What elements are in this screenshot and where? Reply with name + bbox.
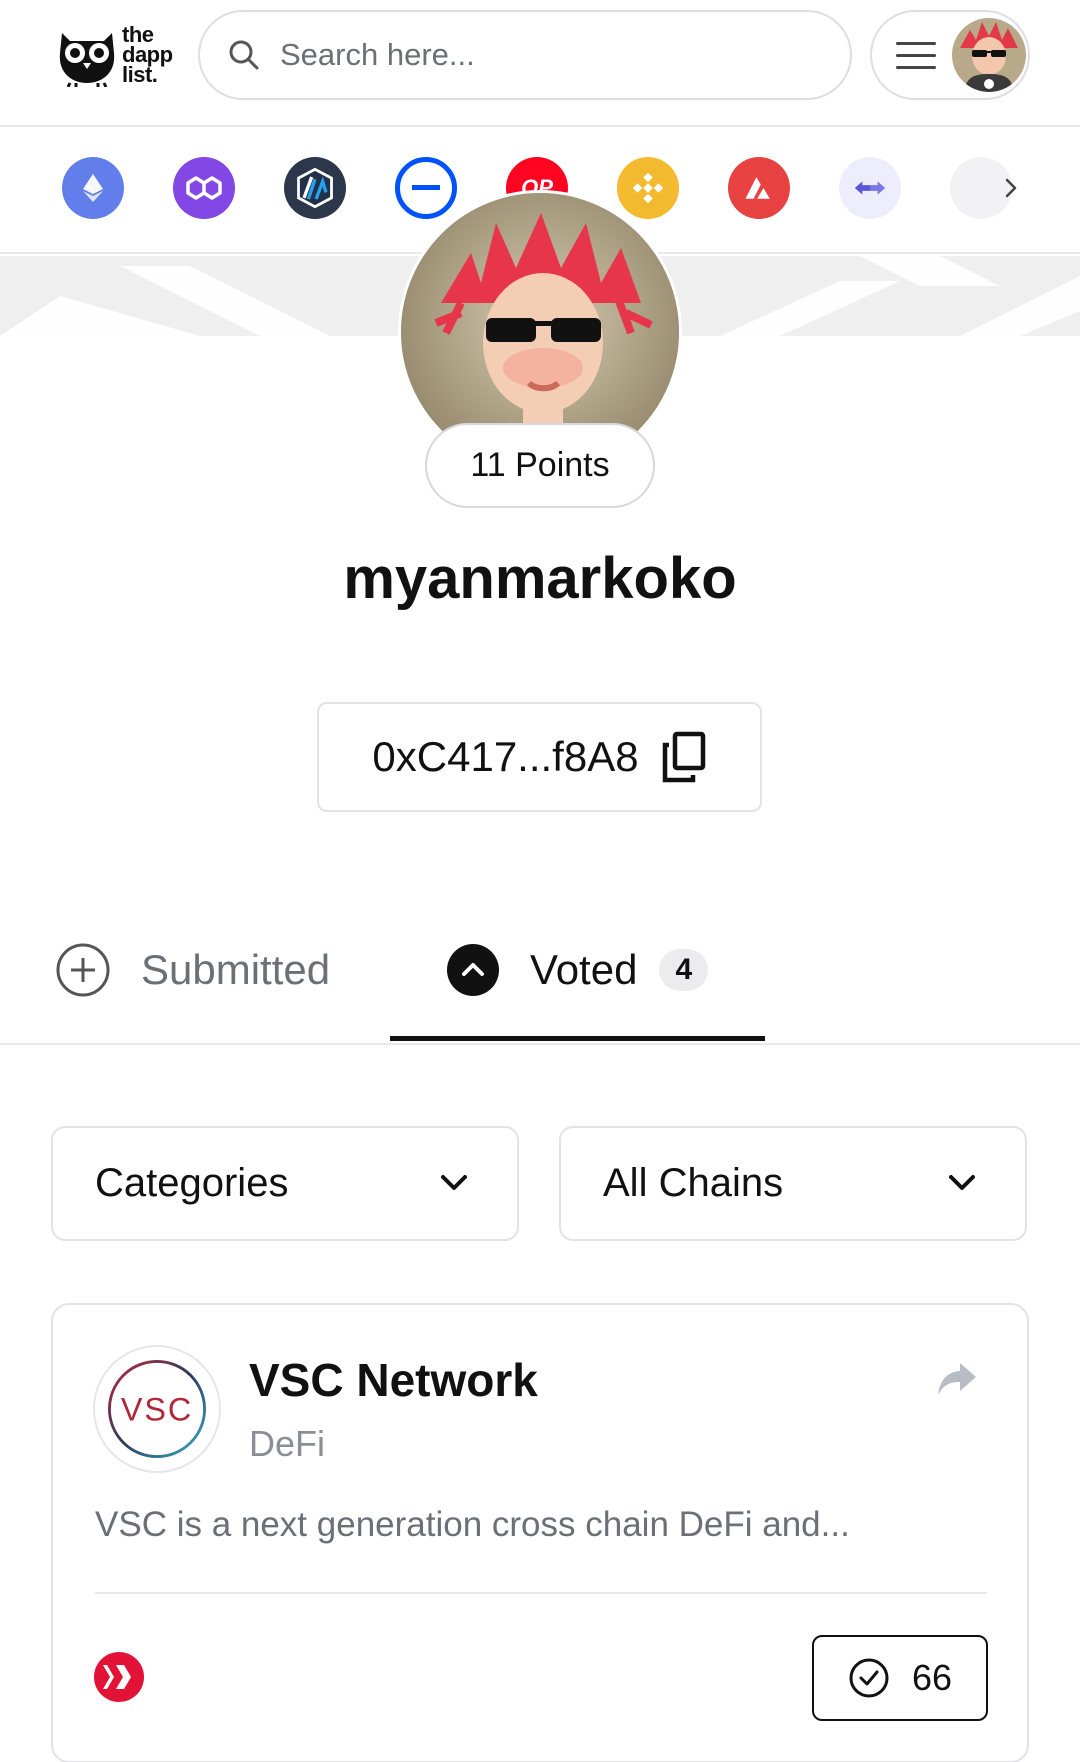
svg-text:VSC: VSC <box>121 1391 193 1427</box>
chevron-right-icon <box>1005 178 1017 198</box>
top-header: the dapp list. <box>0 0 1080 127</box>
chains-dropdown-label: All Chains <box>603 1161 784 1205</box>
chain-base-icon[interactable] <box>395 157 457 219</box>
upvote-circle-icon <box>447 944 499 996</box>
chevron-down-icon <box>949 1175 975 1190</box>
chains-dropdown[interactable]: All Chains <box>559 1126 1027 1241</box>
copy-icon[interactable] <box>661 731 707 783</box>
chain-bnb-icon[interactable] <box>617 157 679 219</box>
owl-logo-icon <box>59 33 115 87</box>
categories-dropdown-label: Categories <box>95 1161 289 1205</box>
plus-circle-icon <box>56 943 110 997</box>
check-circle-icon <box>849 1658 889 1698</box>
dapp-description: VSC is a next generation cross chain DeF… <box>95 1505 850 1544</box>
dapp-card[interactable]: VSC VSC Network DeFi VSC is a next gener… <box>51 1303 1029 1762</box>
profile-username: myanmarkoko <box>343 546 737 611</box>
tab-voted[interactable]: Voted 4 <box>446 940 709 1000</box>
tab-voted-label: Voted <box>530 946 638 993</box>
card-divider <box>95 1592 987 1594</box>
hive-chain-icon <box>94 1652 144 1702</box>
hamburger-menu-icon[interactable] <box>896 42 936 70</box>
vote-count: 66 <box>911 1657 953 1698</box>
tab-submitted[interactable]: Submitted <box>55 940 330 1000</box>
chain-polygon-icon[interactable] <box>173 157 235 219</box>
vsc-logo: VSC <box>93 1345 221 1473</box>
chain-scroll-next-button[interactable] <box>950 157 1040 219</box>
search-bar[interactable] <box>198 10 852 100</box>
chevron-down-icon <box>441 1175 467 1190</box>
chain-bridge-icon[interactable] <box>839 157 901 219</box>
wallet-address: 0xC417...f8A8 <box>372 733 639 780</box>
profile-tabs: Submitted Voted 4 <box>0 900 1080 1045</box>
points-badge: 11 Points <box>425 423 655 508</box>
tab-submitted-label: Submitted <box>141 946 331 993</box>
categories-dropdown[interactable]: Categories <box>51 1126 519 1241</box>
active-tab-indicator <box>390 1036 765 1041</box>
search-icon <box>229 40 259 70</box>
vote-button[interactable]: 66 <box>812 1635 988 1721</box>
logo-wordmark: the dapp list. <box>122 22 173 87</box>
chain-ethereum-icon[interactable] <box>62 157 124 219</box>
user-avatar[interactable] <box>952 18 1026 92</box>
dapplist-logo[interactable]: the dapp list. <box>56 20 186 90</box>
chain-arbitrum-icon[interactable] <box>284 157 346 219</box>
share-icon[interactable] <box>936 1360 978 1398</box>
dapp-title[interactable]: VSC Network <box>249 1353 538 1407</box>
account-menu[interactable] <box>870 10 1030 100</box>
search-input[interactable] <box>280 37 800 73</box>
voted-count-badge: 4 <box>659 949 709 991</box>
dapp-category: DeFi <box>249 1423 326 1464</box>
chain-avalanche-icon[interactable] <box>728 157 790 219</box>
wallet-address-copy[interactable]: 0xC417...f8A8 <box>317 702 762 812</box>
